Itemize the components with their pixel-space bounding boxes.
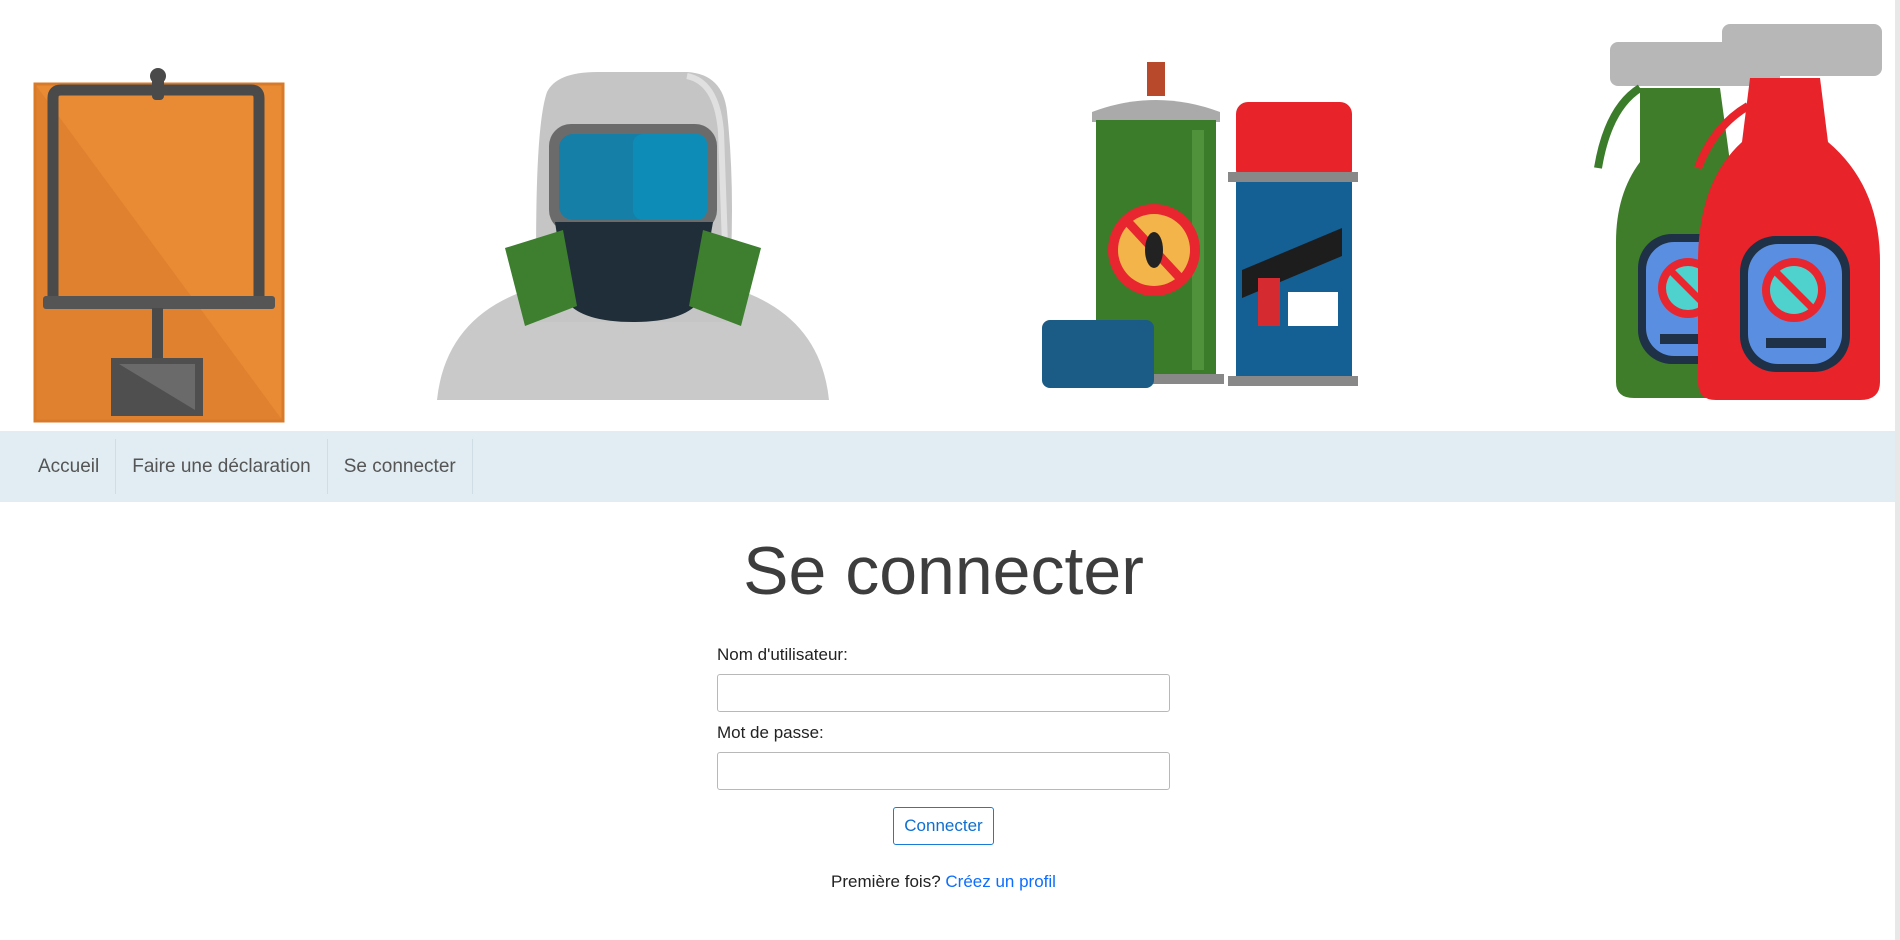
scrollbar[interactable] bbox=[1895, 0, 1900, 940]
password-input[interactable] bbox=[717, 752, 1170, 790]
password-label: Mot de passe: bbox=[717, 723, 824, 742]
create-profile-link[interactable]: Créez un profil bbox=[945, 872, 1056, 891]
signup-prompt: Première fois? Créez un profil bbox=[0, 872, 1887, 892]
nav-item-accueil[interactable]: Accueil bbox=[22, 439, 117, 494]
spray-bottles-icon bbox=[1594, 24, 1882, 400]
mouse-trap-icon bbox=[33, 68, 285, 423]
login-form: Nom d'utilisateur: Mot de passe: bbox=[717, 645, 1170, 801]
nav-item-faire-declaration[interactable]: Faire une déclaration bbox=[116, 439, 328, 494]
main-nav: Accueil Faire une déclaration Se connect… bbox=[0, 431, 1895, 502]
username-input[interactable] bbox=[717, 674, 1170, 712]
banner bbox=[0, 0, 1895, 431]
connect-button[interactable]: Connecter bbox=[893, 807, 994, 845]
hazmat-suit-icon bbox=[437, 72, 829, 400]
page-title: Se connecter bbox=[743, 533, 1144, 609]
username-label: Nom d'utilisateur: bbox=[717, 645, 848, 664]
nav-item-se-connecter[interactable]: Se connecter bbox=[328, 439, 473, 494]
spray-cans-icon bbox=[1042, 62, 1358, 388]
signup-prompt-text: Première fois? bbox=[831, 872, 941, 891]
